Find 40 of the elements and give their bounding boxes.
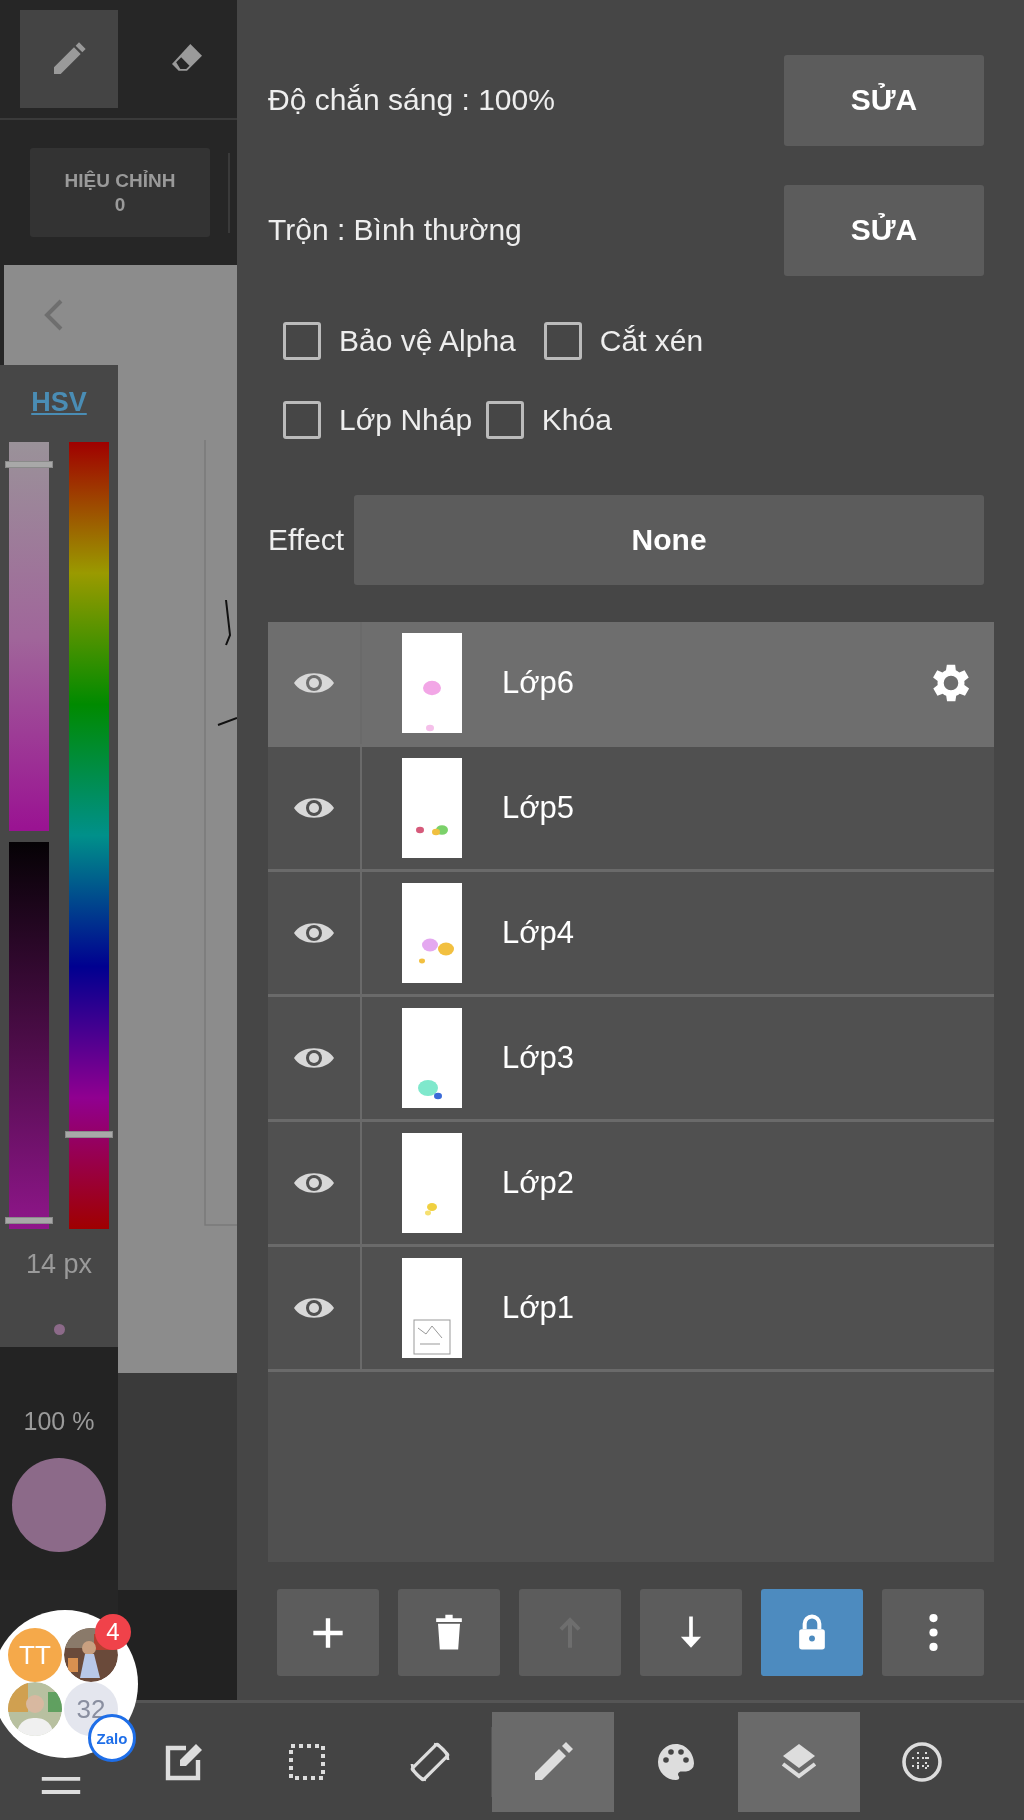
layer-name: Lớp4 xyxy=(502,915,575,951)
layer-name: Lớp3 xyxy=(502,1040,575,1076)
opacity-value: 100 % xyxy=(23,1407,95,1436)
property-label: Độ chắn sáng : 100% xyxy=(268,83,555,117)
layer-name: Lớp6 xyxy=(502,665,575,701)
effect-label: Effect xyxy=(268,523,345,557)
effect-button[interactable]: None xyxy=(354,495,984,585)
checkbox[interactable] xyxy=(543,322,582,360)
slider-thumb[interactable] xyxy=(5,461,53,469)
delete-layer-button[interactable] xyxy=(398,1589,500,1676)
brush-preview-dot xyxy=(53,1324,65,1335)
checkbox[interactable] xyxy=(283,401,321,439)
slider-thumb[interactable] xyxy=(5,1217,53,1225)
pencil-tool[interactable] xyxy=(20,10,118,108)
layers-tool[interactable] xyxy=(738,1711,860,1812)
correction-button[interactable]: HIỆU CHỈNH 0 xyxy=(30,148,210,237)
avatar: TT xyxy=(8,1628,62,1682)
property-label: Trộn : Bình thường xyxy=(268,213,522,247)
layer-row[interactable]: Lớp5 xyxy=(268,747,994,872)
layer-row[interactable]: Lớp3 xyxy=(268,997,994,1122)
more-icon xyxy=(927,1614,939,1651)
brush-size: 14 px xyxy=(25,1249,93,1280)
layer-name: Lớp5 xyxy=(502,790,575,826)
checkbox-option[interactable]: Bảo vệ Alpha xyxy=(283,322,516,360)
layer-row[interactable]: Lớp1 xyxy=(268,1247,994,1372)
layer-name: Lớp2 xyxy=(502,1165,575,1201)
add-layer-button[interactable] xyxy=(277,1589,379,1676)
layer-row[interactable]: Lớp6 xyxy=(268,622,994,747)
checkbox[interactable] xyxy=(485,401,524,439)
layer-row[interactable]: Lớp2 xyxy=(268,1122,994,1247)
edit-button[interactable]: SỬA xyxy=(784,184,984,276)
layer-name: Lớp1 xyxy=(502,1290,575,1326)
slider-thumb[interactable] xyxy=(65,1130,113,1138)
move-down-layer-button[interactable] xyxy=(640,1589,742,1676)
checkbox[interactable] xyxy=(283,322,321,360)
pen-tool[interactable] xyxy=(492,1711,614,1812)
edit-button[interactable]: SỬA xyxy=(784,54,984,146)
lock-layer-button[interactable] xyxy=(761,1589,863,1676)
layer-row[interactable]: Lớp4 xyxy=(268,872,994,997)
checkbox-option[interactable]: Cắt xén xyxy=(543,322,704,360)
